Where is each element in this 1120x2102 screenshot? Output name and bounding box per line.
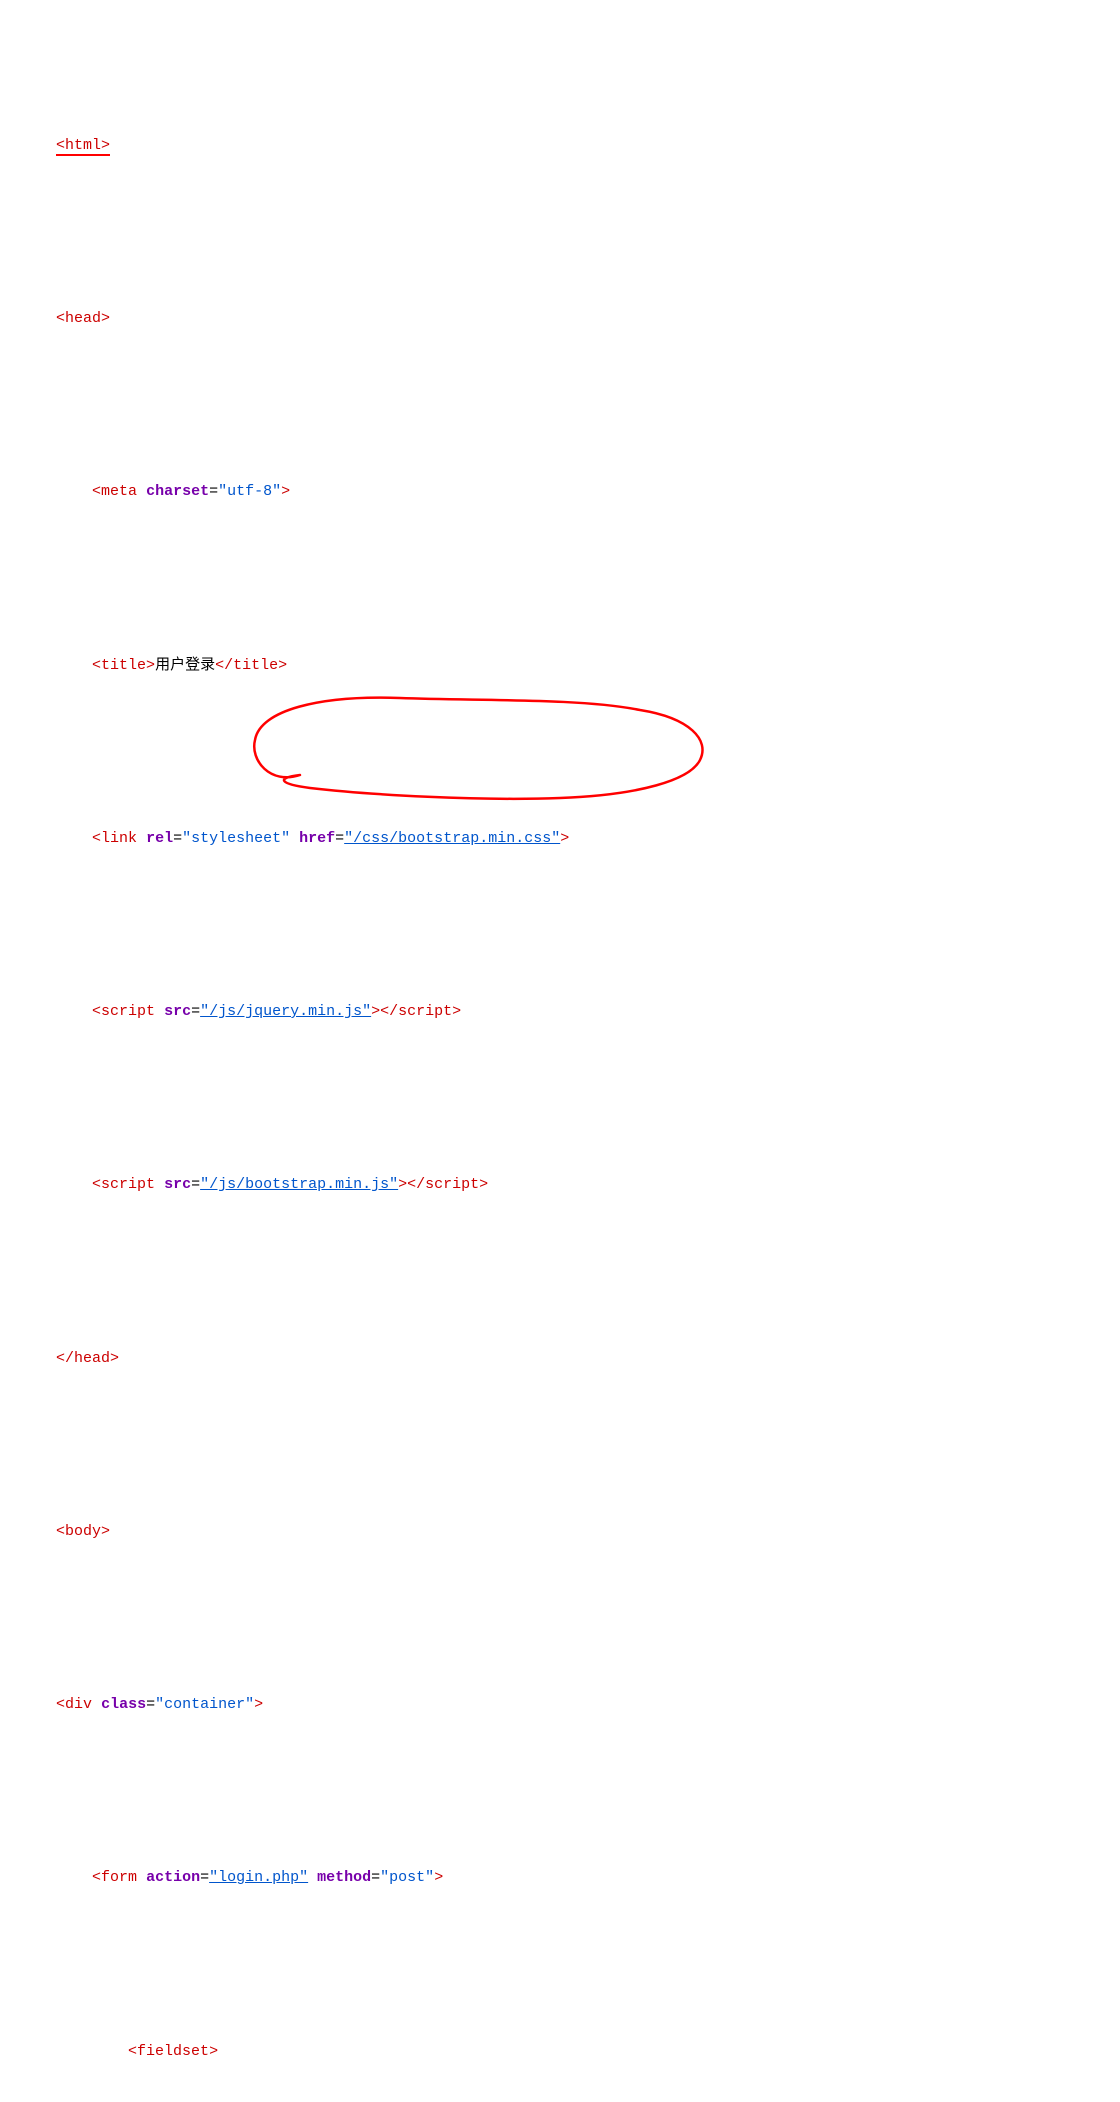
line-div-container: <div class="container"> (20, 1668, 1100, 1742)
b2: > (101, 310, 110, 327)
html-close-bracket: > (101, 137, 110, 156)
b: < (56, 310, 65, 327)
line-form: <form action="login.php" method="post"> (20, 1842, 1100, 1916)
html-tag: html (65, 137, 101, 156)
line-title: <title>用户登录</title> (20, 629, 1100, 703)
line-html-open: <html> (20, 109, 1100, 183)
code-container: <html> <head> <meta charset="utf-8"> <ti… (20, 10, 1100, 2102)
line-script-jquery: <script src="/js/jquery.min.js"></script… (20, 975, 1100, 1049)
circle-path (254, 698, 702, 799)
line-fieldset-open: <fieldset> (20, 2015, 1100, 2089)
line-body-open: <body> (20, 1495, 1100, 1569)
line-meta: <meta charset="utf-8"> (20, 456, 1100, 530)
t: head (65, 310, 101, 327)
line-head-open: <head> (20, 282, 1100, 356)
red-circle-annotation (240, 690, 720, 810)
line-link: <link rel="stylesheet" href="/css/bootst… (20, 802, 1100, 876)
line-script-bootstrap: <script src="/js/bootstrap.min.js"></scr… (20, 1149, 1100, 1223)
html-open-bracket: < (56, 137, 65, 156)
line-head-close: </head> (20, 1322, 1100, 1396)
